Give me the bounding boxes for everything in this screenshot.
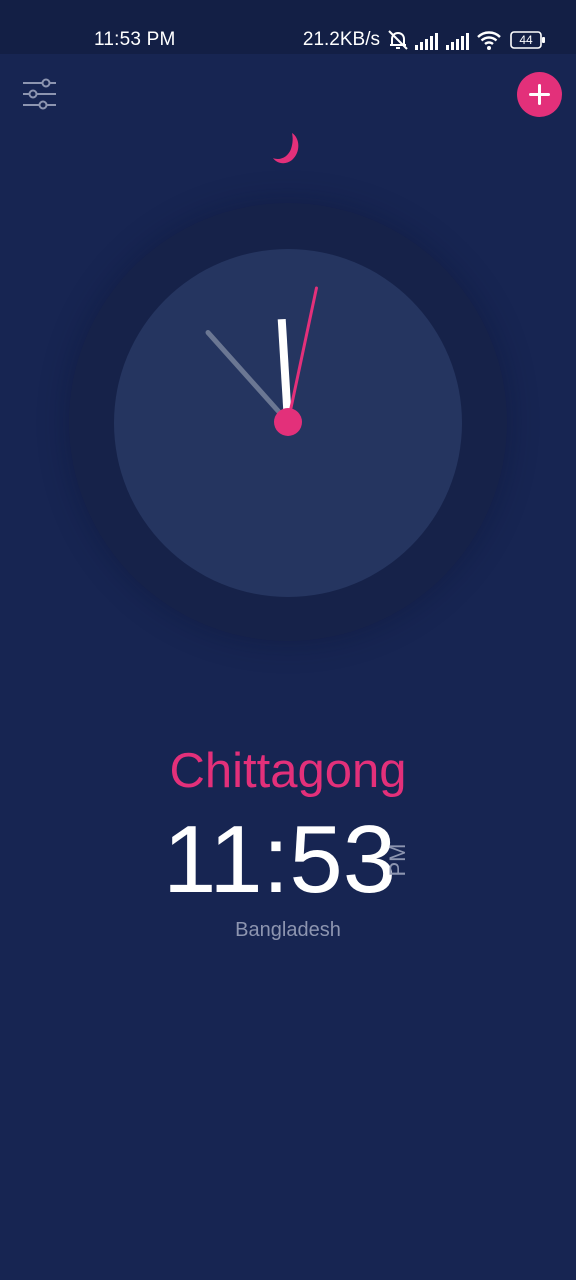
analog-clock	[205, 286, 318, 436]
signal-icon	[415, 33, 438, 50]
country-name: Bangladesh	[235, 919, 341, 941]
status-time: 11:53 PM	[94, 29, 176, 50]
hour-hand	[277, 318, 292, 423]
minute-hand	[205, 330, 291, 425]
sliders-icon	[23, 78, 56, 110]
settings-button[interactable]	[20, 76, 60, 112]
network-speed: 21.2KB/s	[302, 29, 380, 50]
crescent-moon-icon	[273, 133, 299, 164]
meridiem-label: PM	[385, 843, 410, 877]
wifi-icon	[477, 31, 501, 50]
add-city-button[interactable]	[517, 72, 562, 117]
status-bar: 11:53 PM 21.2KB/s 44	[0, 0, 576, 54]
clock-center-dot	[274, 408, 302, 436]
battery-level: 44	[519, 33, 533, 47]
second-hand	[286, 286, 318, 424]
city-time-row: 11:53 PM	[0, 808, 576, 918]
battery-icon: 44	[510, 31, 546, 49]
city-name: Chittagong	[169, 744, 407, 798]
signal-icon-2	[446, 33, 469, 50]
status-icons: 21.2KB/s 44	[303, 27, 546, 53]
muted-bell-icon	[388, 30, 408, 50]
city-time: 11:53	[163, 806, 397, 913]
